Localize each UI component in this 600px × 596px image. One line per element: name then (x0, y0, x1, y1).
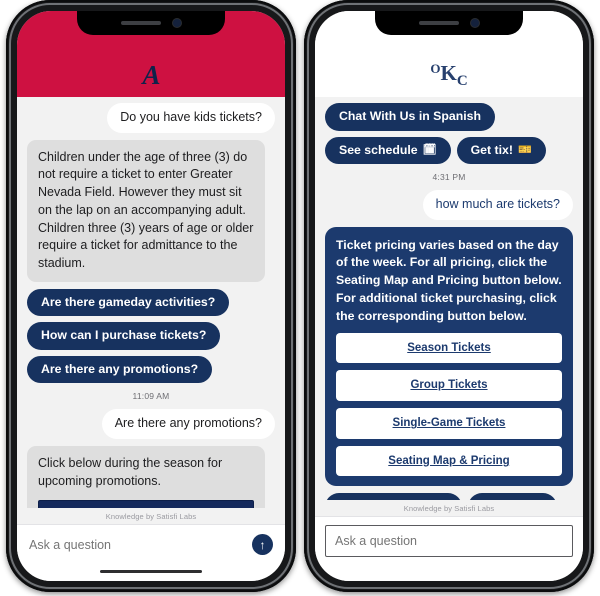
chip-label: See schedule (339, 142, 418, 157)
left-phone-frame: A Do you have kids tickets? Children und… (6, 0, 296, 592)
right-chat-transcript: Chat With Us in Spanish See schedule 🗓 G… (315, 97, 583, 500)
okc-letter-k: K (440, 61, 457, 85)
satisfi-labs-credit: Knowledge by Satisfi Labs (17, 508, 285, 524)
quick-reply-chips-group-1: Chat With Us in Spanish See schedule 🗓 G… (325, 103, 573, 165)
okc-monogram-logo: OKC (430, 62, 467, 89)
bot-card-bubble: Click below during the season for upcomi… (27, 446, 266, 508)
arrow-up-icon[interactable]: ↑ (252, 534, 273, 555)
group-tickets-button[interactable]: Group Tickets (336, 370, 562, 402)
ticket-link-buttons: Season Tickets Group Tickets Single-Game… (336, 332, 562, 477)
aces-script-a-logo: A (142, 60, 160, 90)
aces-promotions-button[interactable]: Aces Promotions (38, 499, 255, 508)
need-services-chip[interactable]: Need services? 🔔 (325, 493, 462, 500)
message-row-bot-card: Click below during the season for upcomi… (27, 446, 275, 508)
satisfi-labs-credit: Knowledge by Satisfi Labs (315, 500, 583, 516)
two-phone-comparison: A Do you have kids tickets? Children und… (0, 0, 600, 596)
message-timestamp: 4:31 PM (432, 172, 466, 183)
okc-letter-c: C (456, 73, 468, 89)
get-tix-chip[interactable]: Get tix! 🎟 (467, 493, 558, 500)
message-row-user: Do you have kids tickets? (27, 103, 275, 133)
ask-a-question-input[interactable] (29, 537, 244, 552)
left-phone-notch (77, 11, 225, 35)
home-indicator[interactable] (100, 569, 202, 573)
front-camera-icon (173, 19, 181, 27)
quick-reply-chips-group-1: Are there gameday activities? How can I … (27, 288, 275, 384)
bot-message-bubble: Children under the age of three (3) do n… (27, 139, 266, 282)
left-phone-screen: A Do you have kids tickets? Children und… (17, 11, 285, 581)
chip-label: Get tix! (470, 142, 513, 157)
chat-spanish-chip[interactable]: Chat With Us in Spanish (325, 103, 495, 131)
quick-reply-chips-group-2: Need services? 🔔 Get tix! 🎟 See schedule… (325, 493, 573, 500)
user-message-bubble: how much are tickets? (422, 190, 573, 220)
front-camera-icon (471, 19, 479, 27)
left-chat-transcript: Do you have kids tickets? Children under… (17, 97, 285, 508)
see-schedule-chip[interactable]: See schedule 🗓 (325, 136, 451, 165)
right-home-indicator-area (315, 561, 583, 581)
left-composer-bar: ↑ (17, 524, 285, 561)
calendar-icon: 🗓 (422, 143, 437, 156)
speaker-grille-icon (419, 21, 459, 25)
quick-reply-chip[interactable]: How can I purchase tickets? (27, 322, 221, 350)
seating-map-pricing-button[interactable]: Seating Map & Pricing (336, 445, 562, 477)
ticket-pricing-text: Ticket pricing varies based on the day o… (336, 237, 562, 323)
right-phone-screen: OKC Chat With Us in Spanish See schedule… (315, 11, 583, 581)
right-phone-frame: OKC Chat With Us in Spanish See schedule… (304, 0, 594, 592)
message-row-bot-card: Ticket pricing varies based on the day o… (325, 226, 573, 487)
left-home-indicator-area (17, 561, 285, 581)
user-message-bubble: Are there any promotions? (101, 409, 275, 440)
ask-a-question-input[interactable] (325, 525, 573, 557)
chip-label: Chat With Us in Spanish (339, 109, 481, 123)
quick-reply-chip[interactable]: Are there gameday activities? (27, 288, 230, 317)
speaker-grille-icon (121, 21, 161, 25)
message-timestamp: 11:09 AM (132, 391, 170, 402)
single-game-tickets-button[interactable]: Single-Game Tickets (336, 408, 562, 439)
season-tickets-button[interactable]: Season Tickets (336, 332, 562, 364)
message-row-user: Are there any promotions? (27, 409, 275, 440)
ticket-icon: 🎫 (517, 143, 532, 156)
message-row-bot: Children under the age of three (3) do n… (27, 139, 275, 282)
quick-reply-chip[interactable]: Are there any promotions? (27, 355, 213, 384)
user-message-bubble: Do you have kids tickets? (107, 103, 275, 133)
ticket-pricing-card: Ticket pricing varies based on the day o… (325, 226, 573, 487)
message-row-user: how much are tickets? (325, 190, 573, 220)
get-tix-chip[interactable]: Get tix! 🎫 (456, 136, 546, 165)
right-composer-bar (315, 516, 583, 561)
right-phone-notch (375, 11, 523, 35)
home-indicator[interactable] (398, 569, 500, 573)
okc-letter-o: O (430, 61, 441, 76)
bot-card-text: Click below during the season for upcomi… (38, 456, 223, 488)
